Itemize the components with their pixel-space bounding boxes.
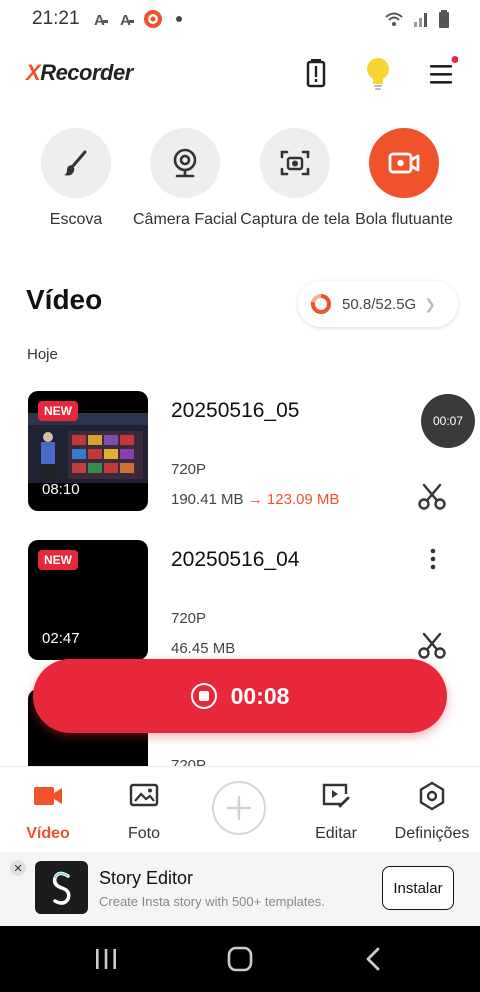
video-recorder-icon [388,152,420,174]
video-title: 20250516_04 [171,548,300,571]
size-original: 190.41 MB [171,491,244,508]
storage-text: 50.8/52.5G [342,295,417,313]
tool-brush-button[interactable] [41,128,111,198]
recording-time: 00:08 [230,682,290,709]
more-options-icon[interactable] [426,546,440,572]
tools-row: Escova Câmera Facial Captura de tela Bol… [0,128,480,258]
floating-record-timer[interactable]: 00:07 [421,394,475,448]
tool-label: Câmera Facial [132,211,238,228]
app-logo: XRecorder [26,60,133,86]
tool-label: Bola flutuante [355,211,453,228]
nav-video[interactable]: Vídeo [0,781,96,843]
tool-screenshot[interactable]: Captura de tela [235,128,355,230]
menu-icon[interactable] [426,56,458,90]
close-icon[interactable]: ✕ [10,860,26,876]
video-duration: 02:47 [42,630,80,647]
video-list-item[interactable]: NEW 02:47 20250516_04 720P 46.45 MB [0,540,480,670]
scissors-icon[interactable] [418,632,446,660]
status-time: 21:21 [32,8,80,29]
nav-edit[interactable]: Editar [288,781,384,843]
wifi-icon [385,12,403,26]
date-group-label: Hoje [27,346,58,363]
notification-icons: A A [92,10,188,28]
size-original: 46.45 MB [171,640,236,657]
bottom-nav: Vídeo Foto Editar Definições [0,766,480,852]
tool-label: Captura de tela [240,211,350,228]
tool-floating-ball-button[interactable] [369,128,439,198]
settings-icon [419,781,445,811]
logo-x: X [26,60,41,85]
recent-apps-icon[interactable] [92,946,120,972]
tool-brush[interactable]: Escova [16,128,136,230]
storage-indicator[interactable]: 50.8/52.5G ❯ [298,281,458,327]
edit-video-icon [322,783,350,808]
ad-subtitle: Create Insta story with 500+ templates. [99,894,325,909]
nav-label: Vídeo [26,825,70,842]
nav-label: Foto [127,825,160,842]
nav-photo[interactable]: Foto [96,781,192,843]
video-camera-icon [34,787,62,805]
video-title: 20250516_05 [171,399,300,422]
tool-face-camera-button[interactable] [150,128,220,198]
video-resolution: 720P [171,461,207,478]
status-bar: 21:21 A A [0,0,480,40]
signal-icon [414,13,427,27]
size-compressed: 123.09 MB [266,491,340,508]
screenshot-camera-icon [280,150,310,176]
home-icon[interactable] [226,946,254,972]
nav-label: Definições [394,825,470,842]
plus-icon [226,795,252,821]
brush-icon [64,150,87,176]
recording-bar[interactable]: 00:08 [33,659,447,733]
video-thumbnail[interactable]: NEW 02:47 [28,540,148,660]
video-size: 46.45 MB [171,640,235,657]
video-resolution: 720P [171,610,207,627]
logo-text: Recorder [40,60,133,85]
new-badge: NEW [38,401,78,421]
video-preview-image [28,413,148,483]
install-button[interactable]: Instalar [382,866,454,910]
photo-icon [129,783,159,807]
system-nav-bar [0,926,480,992]
video-list-item[interactable]: NEW 08:10 20250516_05 720P 190.41 MB → 1… [0,391,480,521]
webcam-icon [173,148,197,178]
lightbulb-icon[interactable] [362,56,394,90]
video-size: 190.41 MB → 123.09 MB [171,491,339,508]
stop-icon[interactable] [190,683,217,709]
video-duration: 08:10 [42,481,80,498]
tool-face-camera[interactable]: Câmera Facial [125,128,245,230]
video-resolution: 720P [171,757,207,766]
ad-app-logo [35,861,88,914]
add-button[interactable] [212,781,266,835]
story-editor-logo-icon [52,871,70,905]
battery-alert-icon[interactable] [300,56,332,90]
tool-label: Escova [49,211,103,228]
a-text-icon: A [94,12,108,28]
new-badge: NEW [38,550,78,570]
nav-label: Editar [315,825,357,842]
ad-banner[interactable]: ✕ Story Editor Create Insta story with 5… [0,852,480,926]
tool-floating-ball[interactable]: Bola flutuante [344,128,464,230]
arrow-right-icon: → [247,491,263,508]
back-icon[interactable] [360,946,388,972]
section-title: Vídeo [26,284,103,315]
dot-icon [176,16,182,22]
a-text-icon: A [120,12,134,28]
battery-icon [439,10,449,28]
chevron-right-icon: ❯ [424,295,436,312]
nav-settings[interactable]: Definições [384,781,480,843]
ad-title: Story Editor [99,868,194,888]
tool-screenshot-button[interactable] [260,128,330,198]
recorder-app-icon [144,10,162,28]
system-icons [384,10,450,28]
scissors-icon[interactable] [418,483,446,511]
video-thumbnail[interactable]: NEW 08:10 [28,391,148,511]
storage-ring-icon [311,294,331,314]
app-header: XRecorder [0,40,480,108]
